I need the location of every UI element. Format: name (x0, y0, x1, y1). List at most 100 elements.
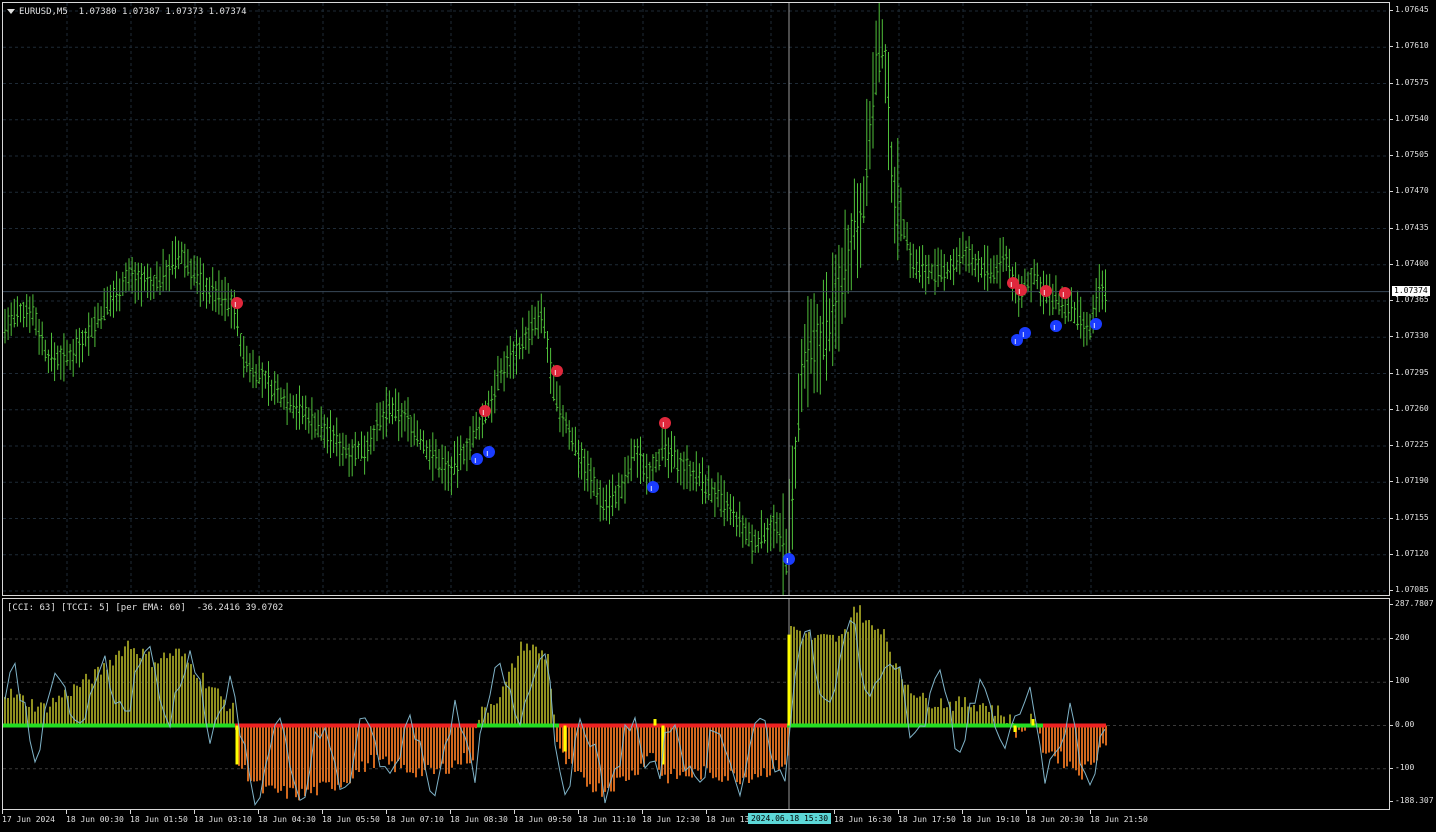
time-tick: 18 Jun 21:50 (1090, 810, 1148, 824)
price-bar (186, 249, 190, 276)
price-bar (725, 491, 729, 522)
price-bars (3, 3, 1107, 595)
price-bar (12, 298, 16, 328)
price-bar (446, 451, 450, 491)
price-bar (998, 237, 1002, 289)
price-bar (1035, 262, 1039, 290)
buy-signal-dot (483, 446, 495, 458)
price-bar (626, 455, 630, 484)
price-bar (167, 254, 171, 292)
price-tick-label: 1.07505 (1395, 150, 1429, 159)
time-tick: 18 Jun 03:10 (194, 810, 252, 824)
price-bar (1032, 259, 1036, 285)
price-tick-label: 1.07470 (1395, 186, 1429, 196)
price-bar (831, 252, 835, 367)
price-bar (449, 456, 453, 496)
price-bar (871, 52, 875, 149)
price-bar (747, 522, 751, 547)
price-bar (676, 449, 680, 483)
price-bar (527, 310, 531, 354)
sell-signal-glyph: ı (1018, 287, 1021, 297)
price-bar (961, 232, 965, 265)
price-bar (139, 263, 143, 307)
price-bar (657, 448, 661, 471)
price-bar (356, 441, 360, 459)
price-bar (267, 361, 270, 406)
indicator-canvas[interactable] (3, 599, 1389, 809)
price-bar (347, 443, 351, 477)
price-tick-label: 1.07400 (1395, 258, 1429, 268)
price-bar (772, 504, 776, 549)
price-tick-label: 1.07365 (1395, 295, 1429, 304)
price-bar (555, 381, 559, 412)
price-bar (800, 338, 804, 413)
price-bar (440, 444, 444, 484)
time-axis[interactable]: 17 Jun 2024 18 Jun 00:30 18 Jun 01:50 18 Ju… (2, 810, 1390, 832)
time-tick: 18 Jun 19:10 (962, 810, 1020, 824)
price-bar (682, 451, 686, 490)
price-bar (728, 493, 732, 526)
price-bar (217, 270, 221, 315)
price-bar (99, 306, 103, 329)
buy-signal-glyph: ı (486, 449, 489, 459)
price-bar (124, 262, 128, 293)
time-tick: 18 Jun 13 (706, 810, 750, 824)
price-bar (19, 303, 22, 323)
price-bar (276, 374, 280, 403)
price-bar (418, 429, 422, 450)
price-bar (973, 253, 977, 277)
sell-signal-icon: ı (659, 417, 671, 430)
sell-signal-icon: ı (479, 405, 491, 418)
price-bar (670, 431, 673, 473)
sell-signal-dot (231, 297, 243, 309)
price-chart-canvas[interactable]: ıııııı ı ıııııııı ı (3, 3, 1389, 595)
price-bar (93, 306, 97, 348)
buy-signal-glyph: ı (786, 556, 789, 566)
price-bar (409, 415, 413, 448)
price-bar (412, 413, 416, 446)
buy-signal-icon: ı (1050, 320, 1062, 333)
price-tick-label: 1.07155 (1395, 512, 1429, 522)
price-bar (477, 416, 481, 440)
price-bar (381, 400, 385, 440)
price-bar (291, 395, 295, 419)
price-bar (558, 385, 562, 433)
price-bar (434, 439, 438, 469)
dropdown-arrow-icon[interactable] (7, 9, 15, 14)
price-bar (226, 282, 230, 317)
sell-signal-icon: ı (551, 365, 563, 378)
price-bar (933, 248, 937, 295)
price-bar (781, 493, 785, 595)
price-bar (273, 371, 277, 405)
buy-signal-glyph: ı (474, 456, 477, 466)
price-bar (462, 443, 466, 465)
price-bar (1079, 296, 1083, 339)
price-bar (298, 385, 301, 430)
price-bar (329, 410, 332, 458)
price-bar (1073, 301, 1076, 324)
price-bar (614, 485, 618, 508)
price-chart-pane[interactable]: ıııııııııııııııı EURUSD,M5 1.07380 1.073… (2, 2, 1390, 596)
indicator-pane[interactable]: [CCI: 63] [TCCI: 5] [per EMA: 60] -36.24… (2, 598, 1390, 810)
price-bar (1076, 290, 1080, 330)
price-bar (282, 389, 286, 410)
sell-signal-glyph: ı (662, 420, 665, 430)
price-tick-label: 1.07610 (1395, 41, 1429, 51)
buy-signal-icon: ı (783, 553, 795, 566)
price-bar (887, 51, 890, 171)
price-axis[interactable]: 1.07645 1.07610 1.07575 1.07540 1.07505 1.074… (1389, 2, 1436, 596)
price-bar (369, 426, 373, 455)
price-bar (694, 451, 698, 492)
price-bar (205, 277, 208, 309)
price-bar (908, 242, 912, 279)
price-tick-label: 1.07540 (1395, 113, 1429, 123)
buy-signal-glyph: ı (1014, 337, 1017, 347)
price-bar (766, 518, 770, 553)
price-bar (744, 517, 748, 545)
price-bar (50, 332, 53, 372)
price-bar (1082, 311, 1086, 347)
price-bar (208, 277, 212, 304)
price-bar (546, 331, 549, 363)
indicator-axis[interactable]: 287.7807 200 100 0.00 -100 -188.307 (1389, 598, 1436, 810)
price-bar (856, 183, 859, 279)
